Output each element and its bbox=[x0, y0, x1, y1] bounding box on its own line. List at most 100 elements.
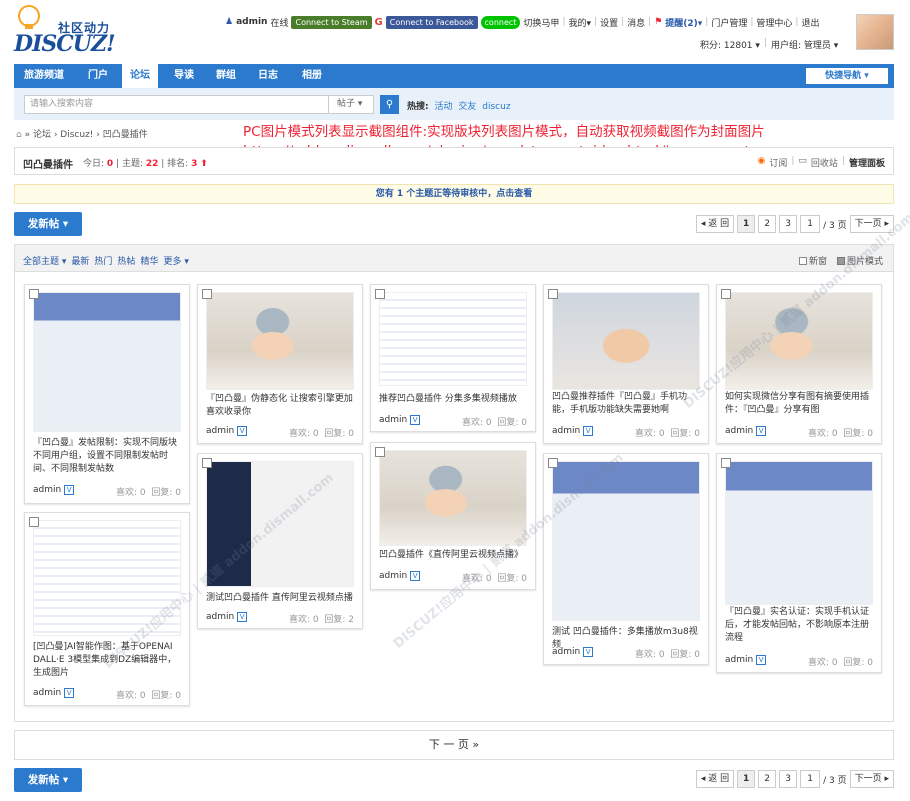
messages-link[interactable]: 消息 bbox=[627, 16, 645, 29]
thread-card[interactable]: 凹凸曼插件《直传阿里云视频点播》 admin V 喜欢: 0 回复: 0 bbox=[370, 442, 536, 590]
pager-next[interactable]: 下一页 ▸ bbox=[849, 215, 894, 233]
nav-guide[interactable]: 导读 bbox=[166, 64, 202, 88]
connect-facebook-button[interactable]: Connect to Facebook bbox=[385, 15, 478, 29]
thread-checkbox[interactable] bbox=[548, 289, 558, 299]
home-icon[interactable]: ⌂ bbox=[16, 130, 22, 140]
avatar[interactable] bbox=[856, 14, 894, 50]
thread-card[interactable]: [凹凸曼]AI智能作图：基于OPENAI DALL·E 3模型集成到DZ编辑器中… bbox=[24, 512, 190, 706]
pager-page-3[interactable]: 3 bbox=[779, 215, 798, 233]
thread-card[interactable]: 如何实现微信分享有图有摘要使用插件：『凹凸曼』分享有图 admin V 喜欢: 0 … bbox=[716, 284, 882, 444]
nav-travel[interactable]: 旅游频道 bbox=[16, 64, 72, 88]
recycle-link[interactable]: 回收站 bbox=[811, 156, 838, 169]
new-window-toggle[interactable]: 新窗 bbox=[798, 254, 827, 267]
username-link[interactable]: admin bbox=[236, 17, 267, 27]
site-logo[interactable]: 社区动力 DISCUZ! bbox=[14, 5, 116, 57]
thread-author[interactable]: admin bbox=[33, 485, 61, 498]
nav-group[interactable]: 群组 bbox=[208, 64, 244, 88]
pic-mode-checkbox[interactable] bbox=[836, 257, 845, 265]
thread-card[interactable]: 『凹凸曼』实名认证：实现手机认证后，才能发帖回帖，不影响原本注册流程 admin… bbox=[716, 453, 882, 673]
new-post-button[interactable]: 发新帖 ▾ bbox=[14, 212, 82, 236]
thread-card[interactable]: 『凹凸曼』伪静态化 让搜索引擎更加喜欢收录你 admin V 喜欢: 0 回复: 0 bbox=[197, 284, 363, 444]
thread-thumbnail[interactable] bbox=[379, 450, 527, 546]
thread-title[interactable]: 『凹凸曼』发帖限制：实现不同版块不同用户组，设置不同限制发帖时间、不同限制发帖数 bbox=[33, 437, 183, 476]
crumb-forum[interactable]: 论坛 bbox=[33, 130, 51, 140]
thread-thumbnail[interactable] bbox=[33, 520, 181, 636]
filter-hot[interactable]: 热门 bbox=[94, 254, 112, 267]
hot-word-3[interactable]: discuz bbox=[482, 102, 510, 112]
thread-title[interactable]: 『凹凸曼』实名认证：实现手机认证后，才能发帖回帖，不影响原本注册流程 bbox=[725, 606, 875, 645]
usergroup-link[interactable]: 用户组: 管理员 ▾ bbox=[771, 38, 838, 51]
thread-card[interactable]: 『凹凸曼』发帖限制：实现不同版块不同用户组，设置不同限制发帖时间、不同限制发帖数… bbox=[24, 284, 190, 504]
pager-back[interactable]: ◂ 返 回 bbox=[695, 770, 735, 788]
nav-blog[interactable]: 日志 bbox=[250, 64, 286, 88]
thread-title[interactable]: [凹凸曼]AI智能作图：基于OPENAI DALL·E 3模型集成到DZ编辑器中… bbox=[33, 641, 183, 680]
thread-author[interactable]: admin bbox=[725, 426, 753, 439]
switch-vest-link[interactable]: 切换马甲 bbox=[523, 16, 559, 29]
logout-link[interactable]: 退出 bbox=[801, 16, 819, 29]
thread-author[interactable]: admin bbox=[552, 426, 580, 439]
thread-thumbnail[interactable] bbox=[33, 292, 181, 432]
settings-link[interactable]: 设置 bbox=[600, 16, 618, 29]
moderation-notice[interactable]: 您有 1 个主题正等待审核中，点击查看 bbox=[14, 184, 894, 204]
thread-checkbox[interactable] bbox=[375, 447, 385, 457]
thread-checkbox[interactable] bbox=[202, 458, 212, 468]
thread-author[interactable]: admin bbox=[725, 655, 753, 668]
search-input[interactable]: 请输入搜索内容 bbox=[24, 95, 329, 114]
pager-next[interactable]: 下一页 ▸ bbox=[849, 770, 894, 788]
thread-thumbnail[interactable] bbox=[206, 461, 354, 587]
new-post-button-bottom[interactable]: 发新帖 ▾ bbox=[14, 768, 82, 792]
pager-back[interactable]: ◂ 返 回 bbox=[695, 215, 735, 233]
thread-title[interactable]: 凹凸曼插件《直传阿里云视频点播》 bbox=[379, 549, 529, 562]
thread-author[interactable]: admin bbox=[33, 688, 61, 701]
filter-latest[interactable]: 最新 bbox=[71, 254, 89, 267]
filter-hotpost[interactable]: 热帖 bbox=[117, 254, 135, 267]
nav-album[interactable]: 相册 bbox=[294, 64, 330, 88]
thread-thumbnail[interactable] bbox=[206, 292, 354, 390]
filter-more[interactable]: 更多 ▾ bbox=[163, 254, 188, 267]
thread-author[interactable]: admin bbox=[206, 612, 234, 625]
google-icon[interactable]: G bbox=[375, 17, 383, 28]
thread-title[interactable]: 如何实现微信分享有图有摘要使用插件：『凹凸曼』分享有图 bbox=[725, 391, 875, 417]
admin-center-link[interactable]: 管理中心 bbox=[756, 16, 792, 29]
thread-author[interactable]: admin bbox=[379, 571, 407, 584]
pager-input[interactable]: 1 bbox=[800, 215, 821, 233]
manage-panel-link[interactable]: 管理面板 bbox=[849, 156, 885, 169]
thread-card[interactable]: 推荐凹凸曼插件 分集多集视频播放 admin V 喜欢: 0 回复: 0 bbox=[370, 284, 536, 432]
points-link[interactable]: 积分: 12801 ▾ bbox=[700, 38, 760, 51]
nav-forum[interactable]: 论坛 bbox=[122, 64, 158, 88]
thread-checkbox[interactable] bbox=[721, 458, 731, 468]
thread-title[interactable]: 推荐凹凸曼插件 分集多集视频播放 bbox=[379, 393, 529, 406]
thread-checkbox[interactable] bbox=[375, 289, 385, 299]
portal-admin-link[interactable]: 门户管理 bbox=[711, 16, 747, 29]
thread-author[interactable]: admin bbox=[379, 415, 407, 428]
pic-mode-toggle[interactable]: 图片模式 bbox=[836, 254, 883, 267]
crumb-discuz[interactable]: Discuz! bbox=[60, 130, 93, 140]
thread-checkbox[interactable] bbox=[202, 289, 212, 299]
thread-title[interactable]: 凹凸曼推荐插件『凹凸曼』手机功能，手机版功能缺失需要她啊 bbox=[552, 391, 702, 417]
thread-card[interactable]: 凹凸曼推荐插件『凹凸曼』手机功能，手机版功能缺失需要她啊 admin V 喜欢: 0… bbox=[543, 284, 709, 444]
next-page-bar[interactable]: 下 一 页 » bbox=[14, 730, 894, 760]
my-menu-link[interactable]: 我的▾ bbox=[568, 16, 591, 29]
crumb-plugin[interactable]: 凹凸曼插件 bbox=[103, 130, 148, 140]
connect-steam-button[interactable]: Connect to Steam bbox=[291, 15, 372, 29]
thread-thumbnail[interactable] bbox=[725, 461, 873, 605]
thread-thumbnail[interactable] bbox=[725, 292, 873, 390]
subscribe-link[interactable]: 订阅 bbox=[769, 156, 787, 169]
pager-page-1[interactable]: 1 bbox=[737, 770, 756, 788]
thread-title[interactable]: 测试凹凸曼插件 直传阿里云视频点播 bbox=[206, 592, 356, 605]
search-button[interactable]: ⚲ bbox=[380, 95, 399, 114]
search-type-select[interactable]: 帖子 ▾ bbox=[329, 95, 374, 114]
new-window-checkbox[interactable] bbox=[798, 257, 807, 265]
nav-portal[interactable]: 门户 bbox=[80, 64, 116, 88]
thread-thumbnail[interactable] bbox=[379, 292, 527, 386]
pager-input[interactable]: 1 bbox=[800, 770, 821, 788]
hot-word-1[interactable]: 活动 bbox=[434, 102, 452, 112]
hot-word-2[interactable]: 交友 bbox=[458, 102, 476, 112]
quick-nav-button[interactable]: 快捷导航 ▾ bbox=[806, 68, 888, 84]
filter-digest[interactable]: 精华 bbox=[140, 254, 158, 267]
filter-all[interactable]: 全部主题 ▾ bbox=[23, 254, 66, 267]
pager-page-2[interactable]: 2 bbox=[758, 215, 777, 233]
pager-page-3[interactable]: 3 bbox=[779, 770, 798, 788]
thread-checkbox[interactable] bbox=[721, 289, 731, 299]
thread-checkbox[interactable] bbox=[29, 289, 39, 299]
